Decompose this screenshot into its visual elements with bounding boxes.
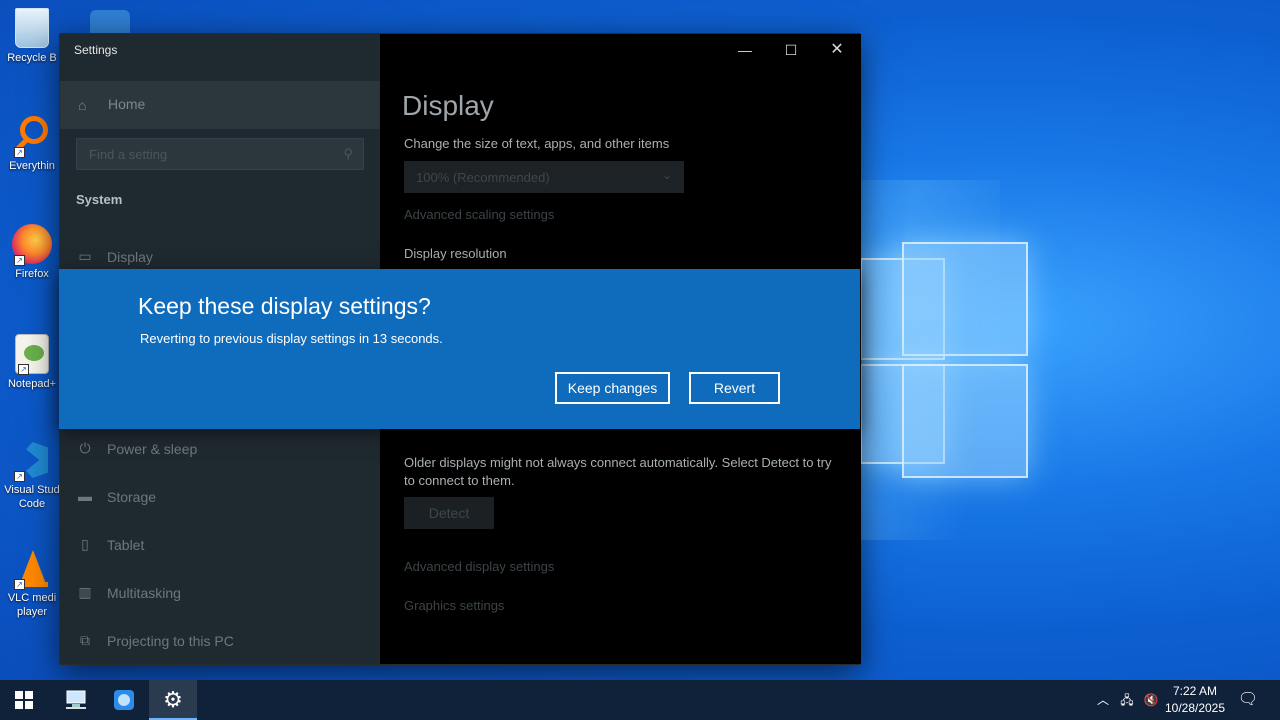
search-icon: ⚲ [343,146,353,161]
desktop-icon-vscode[interactable]: ↗ Visual Stud Code [0,440,64,511]
settings-search-input[interactable]: Find a setting ⚲ [76,138,364,170]
start-button[interactable] [0,680,48,720]
app-window-icon [114,690,134,710]
multitasking-icon: ▥ [78,584,92,600]
sidebar-item-label: Tablet [107,537,145,553]
desktop-icon-label: VLC medi player [7,592,57,618]
minimize-button[interactable]: — [722,34,768,66]
chevron-down-icon: ⌄ [661,168,672,182]
desktop-icon-label: Recycle B [7,52,57,64]
dialog-title: Keep these display settings? [138,293,431,319]
scale-dropdown[interactable]: 100% (Recommended) ⌄ [404,161,684,193]
detect-description: Older displays might not always connect … [404,455,832,488]
sidebar-home[interactable]: ⌂ Home [60,81,380,129]
windows-start-icon [15,691,33,709]
storage-icon: ▬ [78,488,92,504]
dialog-message: Reverting to previous display settings i… [140,331,443,346]
keep-display-settings-dialog: Keep these display settings? Reverting t… [59,269,860,429]
sidebar-item-label: Display [107,249,153,265]
desktop-icon-notepad-plus[interactable]: ↗ Notepad+ [0,334,64,391]
sidebar-section-heading: System [76,192,123,207]
gear-icon: ⚙ [163,687,183,712]
vlc-icon: ↗ [12,548,52,590]
advanced-display-link[interactable]: Advanced display settings [404,559,554,574]
windows-logo-wallpaper [830,230,1040,490]
detect-button[interactable]: Detect [404,497,494,529]
sidebar-item-label: Storage [107,489,157,505]
page-title: Display [402,90,494,121]
maximize-button[interactable]: ☐ [768,34,814,66]
vscode-icon: ↗ [12,440,52,482]
volume-muted-icon: 🔇 [1143,693,1159,707]
desktop-icon-label: Visual Stud Code [4,484,60,510]
graphics-settings-link[interactable]: Graphics settings [404,598,504,613]
taskbar-app-browser[interactable] [100,680,148,720]
action-center-button[interactable]: 🗨 [1234,680,1262,720]
scale-label: Change the size of text, apps, and other… [404,136,670,151]
notification-icon: 🗨 [1237,691,1259,708]
desktop-icon-label: Notepad+ [7,378,56,390]
taskbar-app-settings[interactable]: ⚙ [149,680,197,720]
firefox-icon: ↗ [12,224,52,266]
maximize-icon: ☐ [784,42,798,58]
resolution-label: Display resolution [404,246,507,261]
magnifier-icon: ↗ [12,116,52,158]
desktop-icon-everything[interactable]: ↗ Everythin [0,116,64,173]
desktop-icon-vlc[interactable]: ↗ VLC medi player [0,548,64,619]
sidebar-item-label: Power & sleep [107,441,198,457]
sidebar-item-projecting[interactable]: ⧉ Projecting to this PC [60,622,380,662]
sidebar-item-label: Projecting to this PC [107,633,234,649]
close-button[interactable]: ✕ [814,34,860,66]
taskbar-app-network[interactable] [52,680,100,720]
computer-icon [66,690,86,709]
desktop-icon-recycle-bin[interactable]: Recycle B [0,8,64,65]
clock-date: 10/28/2025 [1164,701,1226,715]
advanced-scaling-link[interactable]: Advanced scaling settings [404,207,554,222]
projecting-icon: ⧉ [80,632,90,648]
monitor-icon: ▭ [78,248,92,264]
scale-dropdown-value: 100% (Recommended) [416,170,550,185]
clock-time: 7:22 AM [1172,684,1218,698]
taskbar-clock[interactable]: 7:22 AM 10/28/2025 [1162,683,1228,717]
revert-button[interactable]: Revert [689,372,780,404]
desktop-icon-label: Everythin [9,160,55,172]
tray-overflow-button[interactable]: ︿ [1094,680,1112,720]
search-placeholder: Find a setting [89,147,168,162]
home-icon: ⌂ [78,97,87,113]
tablet-icon: ▯ [81,536,89,552]
taskbar: ⚙ ︿ 🖧 🔇 7:22 AM 10/28/2025 🗨 [0,680,1280,720]
tray-volume-button[interactable]: 🔇 [1140,680,1162,720]
notepad-plus-icon: ↗ [15,334,49,375]
sidebar-item-label: Multitasking [107,585,181,601]
power-icon: ⏻ [79,440,91,456]
sidebar-item-power-sleep[interactable]: ⏻ Power & sleep [60,430,380,470]
sidebar-item-multitasking[interactable]: ▥ Multitasking [60,574,380,614]
desktop-icon-label: Firefox [15,268,49,280]
window-title: Settings [74,43,118,57]
desktop-icon-firefox[interactable]: ↗ Firefox [0,224,64,281]
sidebar-item-storage[interactable]: ▬ Storage [60,478,380,518]
network-icon: 🖧 [1120,693,1134,707]
sidebar-item-tablet[interactable]: ▯ Tablet [60,526,380,566]
recycle-bin-icon [15,8,49,48]
keep-changes-button[interactable]: Keep changes [555,372,670,404]
tray-network-button[interactable]: 🖧 [1116,680,1138,720]
sidebar-home-label: Home [108,96,146,112]
close-icon: ✕ [830,41,844,58]
chevron-up-icon: ︿ [1096,693,1109,707]
minimize-icon: — [738,42,752,58]
